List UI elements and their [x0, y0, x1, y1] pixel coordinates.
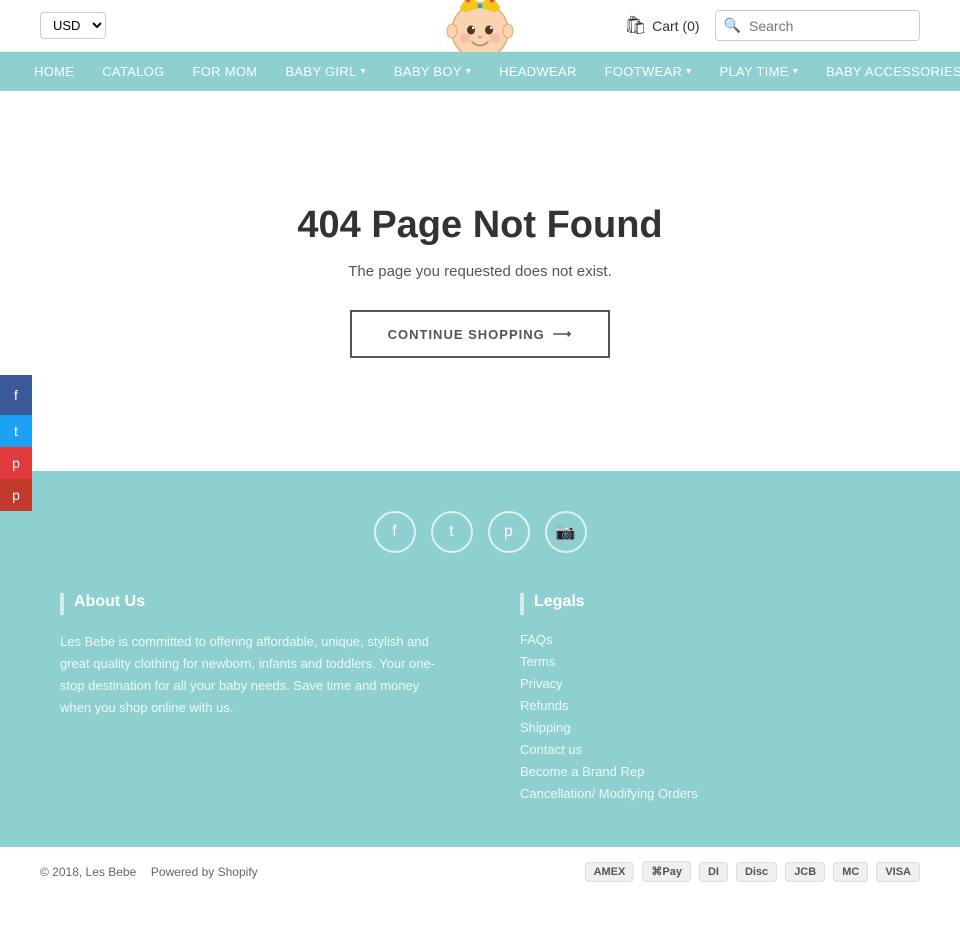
list-item: Contact us	[520, 741, 900, 757]
list-item: Cancellation/ Modifying Orders	[520, 785, 900, 801]
footer-top: f t p 📷 About Us Les Bebe is committed t…	[0, 471, 960, 847]
pinterest-sidebar-button-1[interactable]: p	[0, 447, 32, 479]
search-icon-button[interactable]: 🔍	[716, 11, 749, 40]
chevron-down-icon: ▾	[793, 66, 798, 77]
nav-catalog[interactable]: CATALOG	[88, 52, 178, 91]
navbar: HOME CATALOG FOR MOM BABY GIRL ▾ BABY BO…	[0, 52, 960, 91]
error-message: The page you requested does not exist.	[348, 263, 612, 280]
continue-label: CONTINUE SHOPPING	[388, 327, 545, 342]
payment-icons: AMEX ⌘Pay DI Disc JCB MC VISA	[585, 861, 920, 882]
footer-bottom: © 2018, Les Bebe Powered by Shopify AMEX…	[0, 847, 960, 896]
brand-rep-link[interactable]: Become a Brand Rep	[520, 764, 644, 779]
discover-icon: Disc	[736, 862, 777, 882]
footer-social-icons: f t p 📷	[60, 511, 900, 553]
cart-count: 0	[687, 18, 695, 34]
facebook-sidebar-button[interactable]: f	[0, 375, 32, 415]
footer-legals-title: Legals	[520, 593, 900, 615]
header-right: 🛍 Cart (0) 🔍	[624, 10, 920, 41]
nav-footwear-label: FOOTWEAR	[605, 64, 683, 79]
footer-legals-column: Legals FAQs Terms Privacy Refunds Shippi…	[520, 593, 900, 807]
cart-link[interactable]: 🛍 Cart (0)	[624, 15, 699, 36]
nav-play-time-label: PLAY TIME	[720, 64, 789, 79]
list-item: Become a Brand Rep	[520, 763, 900, 779]
contact-link[interactable]: Contact us	[520, 742, 582, 757]
main-content: 404 Page Not Found The page you requeste…	[0, 91, 960, 471]
error-title: 404 Page Not Found	[297, 204, 662, 247]
faqs-link[interactable]: FAQs	[520, 632, 553, 647]
refunds-link[interactable]: Refunds	[520, 698, 568, 713]
copyright-text: © 2018, Les Bebe	[40, 865, 136, 879]
list-item: Shipping	[520, 719, 900, 735]
chevron-down-icon: ▾	[361, 66, 366, 77]
pinterest-sidebar-button-2[interactable]: p	[0, 479, 32, 511]
cart-label: Cart	[652, 18, 678, 34]
chevron-down-icon: ▾	[686, 66, 691, 77]
arrow-icon: ⟶	[553, 326, 573, 342]
diners-icon: DI	[699, 862, 728, 882]
shipping-link[interactable]: Shipping	[520, 720, 571, 735]
search-input[interactable]	[749, 12, 919, 40]
footer-facebook-icon[interactable]: f	[374, 511, 416, 553]
footer-pinterest-icon[interactable]: p	[488, 511, 530, 553]
privacy-link[interactable]: Privacy	[520, 676, 563, 691]
header-left: USD EUR GBP	[40, 12, 106, 39]
footer: f t p 📷 About Us Les Bebe is committed t…	[0, 471, 960, 896]
list-item: Privacy	[520, 675, 900, 691]
social-sidebar: f t p p	[0, 375, 32, 511]
search-wrapper: 🔍	[715, 10, 920, 41]
chevron-down-icon: ▾	[466, 66, 471, 77]
list-item: FAQs	[520, 631, 900, 647]
nav-play-time[interactable]: PLAY TIME ▾	[706, 52, 813, 91]
twitter-icon: t	[449, 523, 453, 541]
footer-about-text: Les Bebe is committed to offering afford…	[60, 631, 440, 719]
nav-headwear[interactable]: HEADWEAR	[485, 52, 591, 91]
apple-pay-icon: ⌘Pay	[642, 861, 691, 882]
nav-footwear[interactable]: FOOTWEAR ▾	[591, 52, 706, 91]
terms-link[interactable]: Terms	[520, 654, 555, 669]
currency-selector[interactable]: USD EUR GBP	[40, 12, 106, 39]
facebook-icon: f	[392, 523, 396, 541]
instagram-icon: 📷	[556, 522, 576, 542]
footer-twitter-icon[interactable]: t	[431, 511, 473, 553]
pinterest-icon: p	[504, 523, 513, 541]
list-item: Terms	[520, 653, 900, 669]
footer-columns: About Us Les Bebe is committed to offeri…	[60, 593, 900, 847]
cancellation-link[interactable]: Cancellation/ Modifying Orders	[520, 786, 698, 801]
footer-legal-links: FAQs Terms Privacy Refunds Shipping Cont…	[520, 631, 900, 801]
header: USD EUR GBP	[0, 0, 960, 52]
amex-icon: AMEX	[585, 862, 635, 882]
footer-instagram-icon[interactable]: 📷	[545, 511, 587, 553]
footer-about-column: About Us Les Bebe is committed to offeri…	[60, 593, 440, 807]
cart-text: Cart (0)	[652, 18, 699, 34]
jcb-icon: JCB	[785, 862, 825, 882]
nav-baby-girl-label: BABY GIRL	[285, 64, 356, 79]
nav-baby-boy-label: BABY BOY	[394, 64, 462, 79]
continue-shopping-button[interactable]: CONTINUE SHOPPING ⟶	[350, 310, 611, 358]
nav-for-mom[interactable]: FOR MOM	[179, 52, 272, 91]
nav-baby-boy[interactable]: BABY BOY ▾	[380, 52, 485, 91]
nav-baby-accessories[interactable]: BABY ACCESSORIES ▾	[812, 52, 960, 91]
twitter-sidebar-button[interactable]: t	[0, 415, 32, 447]
cart-icon: 🛍	[624, 15, 647, 36]
footer-about-title: About Us	[60, 593, 440, 615]
mastercard-icon: MC	[833, 862, 868, 882]
powered-by-shopify-link[interactable]: Powered by Shopify	[151, 865, 258, 879]
nav-baby-accessories-label: BABY ACCESSORIES	[826, 64, 960, 79]
nav-baby-girl[interactable]: BABY GIRL ▾	[271, 52, 379, 91]
list-item: Refunds	[520, 697, 900, 713]
nav-home[interactable]: HOME	[20, 52, 88, 91]
visa-icon: VISA	[876, 862, 920, 882]
footer-copyright: © 2018, Les Bebe Powered by Shopify	[40, 865, 258, 879]
